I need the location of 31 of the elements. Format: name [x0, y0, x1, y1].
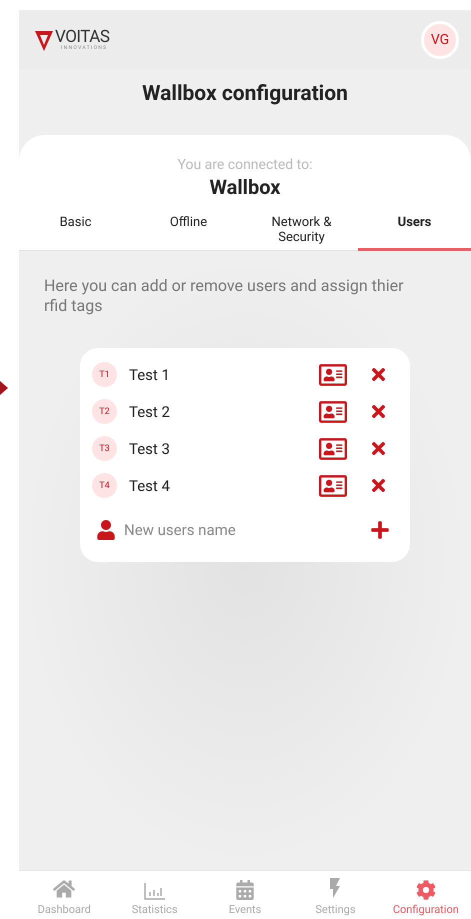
user-name: Test 2: [129, 402, 171, 420]
description-text: Here you can add or remove users and assign thier rfid tags: [44, 276, 404, 316]
home-icon: [53, 878, 76, 900]
user-avatar[interactable]: VG: [421, 21, 459, 59]
delete-button[interactable]: [369, 365, 388, 384]
arrow-tip-icon: [0, 381, 8, 395]
delete-button[interactable]: [369, 476, 388, 495]
page-title: Wallbox configuration: [141, 81, 349, 108]
user-name: Test 4: [129, 476, 171, 494]
tab[interactable]: Basic: [19, 213, 132, 251]
calendar-icon: [235, 880, 256, 900]
user-badge: T2: [92, 399, 117, 424]
tab[interactable]: Offline: [132, 213, 245, 251]
settings-icon: [416, 880, 436, 900]
new-user-field[interactable]: New users name: [122, 520, 370, 540]
add-button[interactable]: [370, 520, 390, 540]
device-name: Wallbox: [208, 175, 282, 199]
delete-button[interactable]: [369, 439, 388, 458]
user-name: Test 3: [129, 440, 171, 458]
logo-text: VOITAS: [55, 29, 110, 45]
logo-icon: [35, 31, 53, 51]
connection-label: You are connected to:: [176, 157, 314, 173]
user-name: Test 1: [129, 366, 171, 384]
user-badge: T3: [92, 436, 117, 461]
bar-chart-icon: [144, 882, 166, 900]
user-icon: [96, 520, 116, 540]
delete-button[interactable]: [369, 402, 388, 421]
nav-item[interactable]: Configuration: [380, 871, 471, 919]
user-badge: T1: [92, 362, 117, 387]
user-badge: T4: [92, 473, 117, 498]
tab[interactable]: Network & Security: [245, 213, 358, 251]
